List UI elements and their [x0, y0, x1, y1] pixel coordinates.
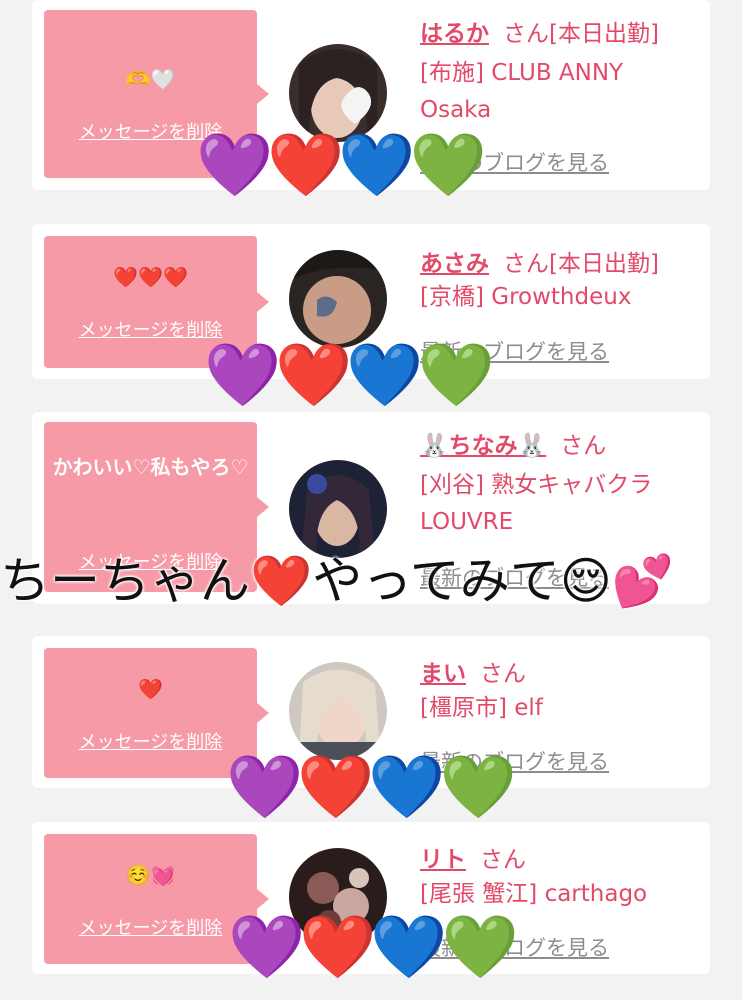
- purple-heart-icon: 💜: [196, 128, 273, 201]
- red-heart-icon: ❤️: [275, 338, 352, 411]
- red-heart-icon: ❤️: [267, 128, 344, 201]
- name-line: 🐰ちなみ🐰 さん: [420, 426, 606, 460]
- cast-name-link[interactable]: まい: [420, 661, 466, 687]
- name-line: あさみ さん[本日出勤]: [420, 244, 659, 278]
- avatar[interactable]: [289, 250, 387, 348]
- shop-info: [京橋] Growthdeux: [420, 284, 632, 310]
- blue-heart-icon: 💙: [346, 338, 423, 411]
- name-line: はるか さん[本日出勤]: [420, 14, 659, 48]
- red-heart-icon: ❤️: [299, 910, 376, 983]
- blue-heart-icon: 💙: [338, 128, 415, 201]
- purple-heart-icon: 💜: [204, 338, 281, 411]
- honorific: さん: [503, 21, 549, 47]
- message-text: ❤️❤️❤️: [113, 265, 188, 289]
- name-line: まい さん: [420, 654, 526, 688]
- shop-info: [布施] CLUB ANNY Osaka: [420, 60, 624, 123]
- status-badge: [本日出勤]: [549, 21, 659, 47]
- shop-info: [橿原市] elf: [420, 695, 543, 721]
- avatar[interactable]: [289, 662, 387, 760]
- honorific: さん: [480, 661, 526, 687]
- cast-name-link[interactable]: はるか: [420, 21, 489, 47]
- message-text: ❤️: [138, 677, 163, 701]
- blue-heart-icon: 💙: [370, 910, 447, 983]
- overlay-caption: ちーちゃん❤️やってみて😌💕: [0, 552, 675, 610]
- purple-heart-icon: 💜: [228, 910, 305, 983]
- avatar[interactable]: [289, 460, 387, 558]
- shop-info: [尾張 蟹江] carthago: [420, 881, 648, 907]
- cast-name-link[interactable]: 🐰ちなみ🐰: [420, 433, 546, 459]
- message-text: ☺️💓: [125, 863, 176, 887]
- green-heart-icon: 💚: [441, 910, 519, 983]
- cast-name-link[interactable]: リト: [420, 847, 466, 873]
- red-heart-icon: ❤️: [297, 750, 374, 823]
- honorific: さん: [503, 251, 549, 277]
- honorific: さん: [480, 847, 526, 873]
- shop-info: [刈谷] 熟女キャバクラ LOUVRE: [420, 472, 653, 535]
- message-bubble: ☺️💓 メッセージを削除: [44, 834, 269, 964]
- status-badge: [本日出勤]: [549, 251, 659, 277]
- message-text: 🫶🤍: [125, 67, 176, 91]
- delete-message-link[interactable]: メッセージを削除: [44, 914, 257, 940]
- heart-sticker-row: 💜❤️💙💚: [196, 128, 487, 201]
- message-text: かわいい♡私もやろ♡: [52, 455, 249, 479]
- heart-sticker-row: 💜❤️💙💚: [228, 910, 519, 983]
- green-heart-icon: 💚: [409, 128, 487, 201]
- cast-name-link[interactable]: あさみ: [420, 251, 489, 277]
- heart-sticker-row: 💜❤️💙💚: [204, 338, 495, 411]
- green-heart-icon: 💚: [439, 750, 517, 823]
- honorific: さん: [560, 433, 607, 459]
- purple-heart-icon: 💜: [226, 750, 303, 823]
- green-heart-icon: 💚: [417, 338, 495, 411]
- blue-heart-icon: 💙: [368, 750, 445, 823]
- name-line: リト さん: [420, 840, 526, 874]
- heart-sticker-row: 💜❤️💙💚: [226, 750, 517, 823]
